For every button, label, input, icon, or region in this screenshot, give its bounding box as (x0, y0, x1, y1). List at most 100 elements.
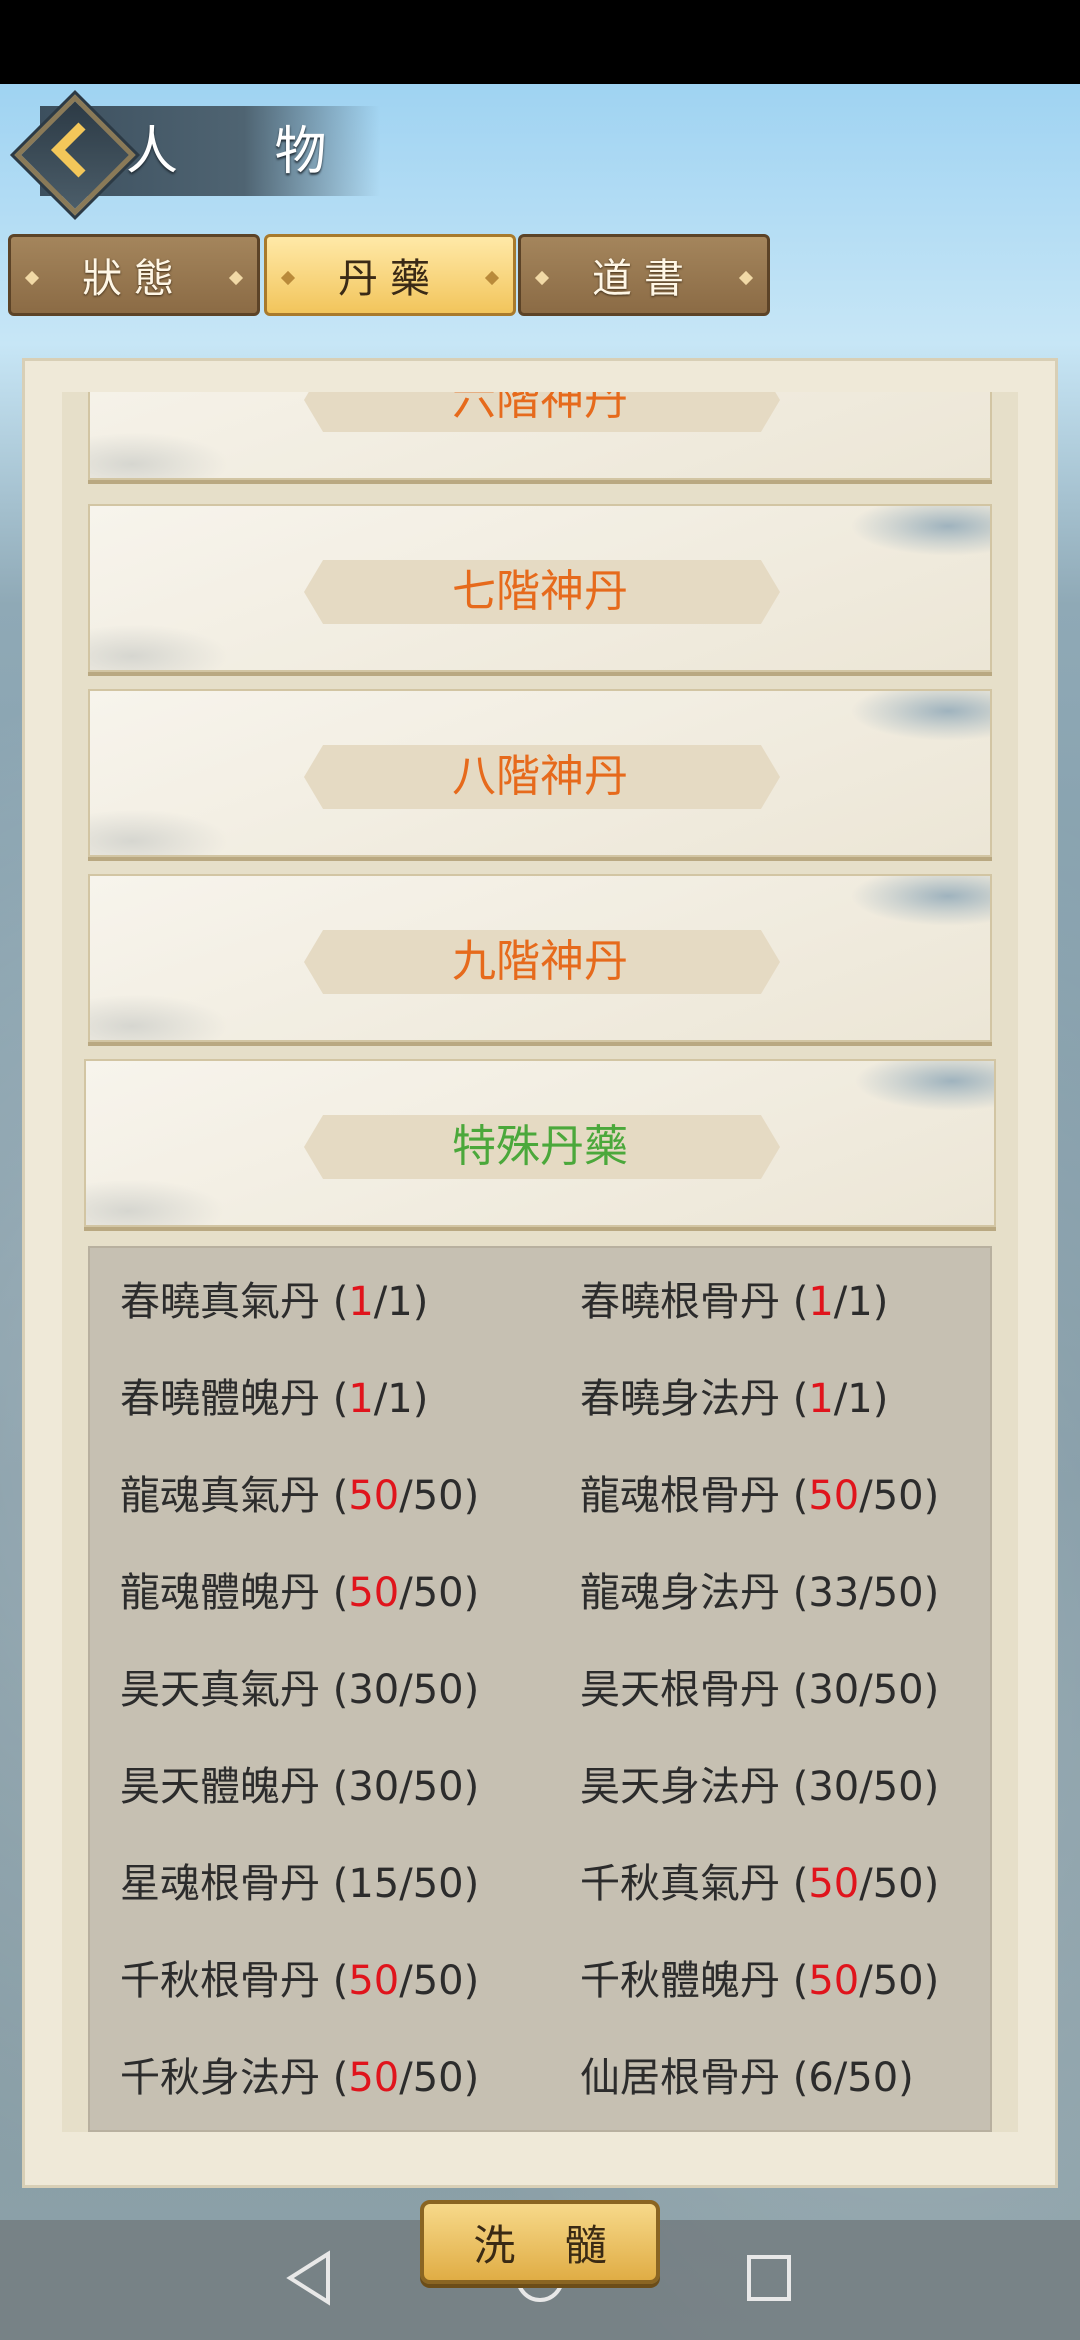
category-label: 七階神丹 (452, 566, 628, 617)
category-card-tier8[interactable]: 八階神丹 (88, 689, 992, 857)
category-label: 特殊丹藥 (452, 1121, 628, 1172)
pill-count-current: 50 (348, 1570, 400, 1616)
nav-back-icon[interactable] (284, 2248, 334, 2308)
tab-ornament (738, 270, 754, 286)
pill-count-current: 50 (348, 1473, 400, 1519)
tab-status[interactable]: 狀態 (8, 234, 260, 316)
tab-books[interactable]: 道書 (518, 234, 770, 316)
pill-name: 龍魂體魄丹 (120, 1570, 320, 1616)
pill-count-max: 1 (387, 1376, 413, 1422)
pill-item[interactable]: 千秋真氣丹 (50/50) (580, 1836, 939, 1932)
pill-row: 春曉真氣丹 (1/1) 春曉根骨丹 (1/1) (90, 1254, 990, 1350)
pill-item[interactable]: 昊天體魄丹 (30/50) (120, 1739, 479, 1835)
tab-ornament (484, 270, 500, 286)
category-card-tier9[interactable]: 九階神丹 (88, 874, 992, 1042)
category-scroll-list[interactable]: 六階神丹 七階神丹 八階神丹 九階神丹 特殊丹藥 春曉真氣丹 (1/1) 春曉根骨… (62, 392, 1018, 2132)
pill-count-max: 50 (847, 2055, 899, 2101)
tab-pills[interactable]: 丹藥 (264, 234, 516, 316)
pill-count-current: 30 (808, 1667, 860, 1713)
pill-item[interactable]: 昊天根骨丹 (30/50) (580, 1642, 939, 1738)
nav-recents-icon[interactable] (744, 2248, 794, 2308)
pill-name: 龍魂根骨丹 (580, 1473, 780, 1519)
pill-row: 千秋根骨丹 (50/50) 千秋體魄丹 (50/50) (90, 1933, 990, 2029)
pill-item[interactable]: 仙居根骨丹 (6/50) (580, 2030, 914, 2126)
pill-name: 春曉真氣丹 (120, 1279, 320, 1325)
pill-name: 昊天根骨丹 (580, 1667, 780, 1713)
category-label: 六階神丹 (452, 392, 628, 425)
status-bar (0, 0, 1080, 84)
cloud-decoration (854, 1061, 994, 1111)
pill-count-max: 50 (872, 1958, 924, 2004)
pill-item[interactable]: 春曉根骨丹 (1/1) (580, 1254, 888, 1350)
pill-count-max: 1 (847, 1376, 873, 1422)
category-card-tier7[interactable]: 七階神丹 (88, 504, 992, 672)
pill-count-current: 1 (348, 1376, 374, 1422)
pill-item[interactable]: 昊天真氣丹 (30/50) (120, 1642, 479, 1738)
pill-count-max: 50 (412, 2055, 464, 2101)
pill-item[interactable]: 龍魂體魄丹 (50/50) (120, 1545, 479, 1641)
pill-row: 千秋身法丹 (50/50) 仙居根骨丹 (6/50) (90, 2030, 990, 2126)
pill-name: 春曉體魄丹 (120, 1376, 320, 1422)
pill-count-max: 50 (412, 1473, 464, 1519)
pill-count-current: 1 (808, 1279, 834, 1325)
cloud-decoration (850, 691, 990, 741)
pill-row: 星魂根骨丹 (15/50) 千秋真氣丹 (50/50) (90, 1836, 990, 1932)
pill-count-current: 1 (348, 1279, 374, 1325)
cloud-decoration (90, 432, 230, 478)
pill-item[interactable]: 昊天身法丹 (30/50) (580, 1739, 939, 1835)
cloud-decoration (90, 994, 230, 1040)
pill-item[interactable]: 春曉身法丹 (1/1) (580, 1351, 888, 1447)
pill-name: 昊天體魄丹 (120, 1764, 320, 1810)
pill-item[interactable]: 春曉體魄丹 (1/1) (120, 1351, 428, 1447)
category-card-tier6[interactable]: 六階神丹 (88, 392, 992, 480)
pill-name: 春曉身法丹 (580, 1376, 780, 1422)
pill-count-current: 6 (808, 2055, 834, 2101)
tab-ornament (534, 270, 550, 286)
tab-ornament (280, 270, 296, 286)
tab-label: 丹藥 (338, 256, 442, 302)
back-button[interactable] (14, 94, 136, 216)
wash-marrow-button[interactable]: 洗 髓 (420, 2200, 660, 2284)
cloud-decoration (86, 1179, 226, 1225)
pill-count-current: 30 (808, 1764, 860, 1810)
pill-count-current: 50 (808, 1958, 860, 2004)
pill-name: 龍魂身法丹 (580, 1570, 780, 1616)
pill-row: 昊天體魄丹 (30/50) 昊天身法丹 (30/50) (90, 1739, 990, 1835)
pill-item[interactable]: 星魂根骨丹 (15/50) (120, 1836, 479, 1932)
tab-ornament (228, 270, 244, 286)
pill-item[interactable]: 千秋身法丹 (50/50) (120, 2030, 479, 2126)
pill-count-current: 15 (348, 1861, 400, 1907)
cloud-decoration (90, 809, 230, 855)
pill-count-current: 50 (348, 2055, 400, 2101)
pill-item[interactable]: 春曉真氣丹 (1/1) (120, 1254, 428, 1350)
pill-name: 星魂根骨丹 (120, 1861, 320, 1907)
pill-count-max: 50 (412, 1958, 464, 2004)
pill-count-max: 50 (872, 1570, 924, 1616)
category-label: 九階神丹 (452, 936, 628, 987)
tab-ornament (24, 270, 40, 286)
cloud-decoration (850, 506, 990, 556)
pill-row: 龍魂真氣丹 (50/50) 龍魂根骨丹 (50/50) (90, 1448, 990, 1544)
pill-count-current: 50 (348, 1958, 400, 2004)
pill-count-current: 50 (808, 1861, 860, 1907)
pill-item[interactable]: 千秋根骨丹 (50/50) (120, 1933, 479, 2029)
pill-item[interactable]: 龍魂身法丹 (33/50) (580, 1545, 939, 1641)
pill-count-max: 1 (847, 1279, 873, 1325)
pill-name: 春曉根骨丹 (580, 1279, 780, 1325)
pill-item[interactable]: 龍魂根骨丹 (50/50) (580, 1448, 939, 1544)
pill-name: 千秋體魄丹 (580, 1958, 780, 2004)
pill-name: 昊天身法丹 (580, 1764, 780, 1810)
category-label: 八階神丹 (452, 751, 628, 802)
cloud-decoration (90, 624, 230, 670)
pill-name: 龍魂真氣丹 (120, 1473, 320, 1519)
pill-count-max: 1 (387, 1279, 413, 1325)
pill-item[interactable]: 千秋體魄丹 (50/50) (580, 1933, 939, 2029)
pill-item[interactable]: 龍魂真氣丹 (50/50) (120, 1448, 479, 1544)
tab-label: 道書 (592, 256, 696, 302)
pill-count-max: 50 (872, 1667, 924, 1713)
page-title: 人 物 (126, 122, 367, 182)
pill-name: 千秋身法丹 (120, 2055, 320, 2101)
pill-count-current: 33 (808, 1570, 860, 1616)
pill-name: 仙居根骨丹 (580, 2055, 780, 2101)
category-card-special[interactable]: 特殊丹藥 (84, 1059, 996, 1227)
